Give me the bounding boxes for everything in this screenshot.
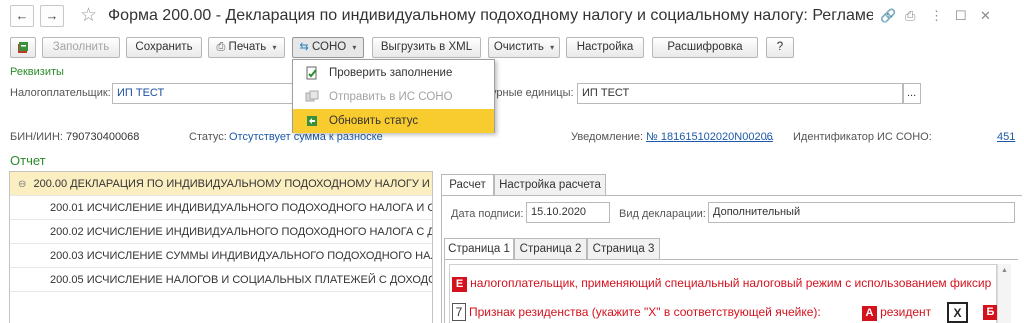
notice-label: Уведомление: xyxy=(571,131,643,143)
decl-type-field[interactable]: Дополнительный xyxy=(708,202,1015,223)
bin-label-text: БИН/ИИН: xyxy=(10,131,63,143)
more-icon[interactable]: ⋮ xyxy=(930,9,943,23)
e-row-text: налогоплательщик, применяющий специальны… xyxy=(470,276,992,290)
help-button[interactable]: ? xyxy=(766,37,794,58)
fill-button[interactable]: Заполнить xyxy=(42,37,120,58)
window-title: Форма 200.00 - Декларация по индивидуаль… xyxy=(108,7,873,24)
struct-units-field[interactable]: ИП ТЕСТ xyxy=(577,83,903,104)
tree-row[interactable]: 200.02 ИСЧИСЛЕНИЕ ИНДИВИДУАЛЬНОГО ПОДОХО… xyxy=(10,220,432,244)
sono-id-link[interactable]: 451 xyxy=(997,131,1015,143)
menu-item-refresh-status[interactable]: Обновить статус xyxy=(293,109,494,133)
chevron-down-icon: ▾ xyxy=(352,43,357,52)
sono-icon: ⇆ xyxy=(299,41,309,53)
tree-row-label: 200.05 ИСЧИСЛЕНИЕ НАЛОГОВ И СОЦИАЛЬНЫХ П… xyxy=(50,274,432,286)
clear-button-label: Очистить xyxy=(493,41,544,53)
favorite-star-icon[interactable]: ☆ xyxy=(80,5,97,27)
status-label: Статус: xyxy=(189,131,227,143)
report-tree: ⊖ 200.00 ДЕКЛАРАЦИЯ ПО ИНДИВИДУАЛЬНОМУ П… xyxy=(9,171,433,323)
link-icon[interactable]: 🔗 xyxy=(880,9,896,23)
b-marker: Б xyxy=(983,305,998,320)
chevron-down-icon: ▾ xyxy=(272,43,277,52)
forward-button[interactable]: → xyxy=(40,5,64,27)
printer-icon: ⎙ xyxy=(216,41,226,53)
notice-more-link[interactable]: ... xyxy=(765,131,774,143)
tab-page-1[interactable]: Страница 1 xyxy=(444,238,514,260)
tree-row-label: 200.02 ИСЧИСЛЕНИЕ ИНДИВИДУАЛЬНОГО ПОДОХО… xyxy=(50,226,432,238)
sono-dropdown-menu: Проверить заполнение Отправить в ИС СОНО… xyxy=(292,59,495,133)
menu-item-label: Отправить в ИС СОНО xyxy=(329,91,453,103)
back-button[interactable]: ← xyxy=(10,5,34,27)
sono-button-label: СОНО xyxy=(311,41,347,53)
sheet-e-row: E налогоплательщик, применяющий специаль… xyxy=(452,276,991,292)
sheet-scrollbar[interactable]: ▲ xyxy=(997,264,1011,323)
tab-page-3[interactable]: Страница 3 xyxy=(587,238,660,260)
sign-date-label: Дата подписи: xyxy=(451,208,524,220)
struct-units-label: урные единицы: xyxy=(491,87,574,99)
decode-button[interactable]: Расшифровка xyxy=(652,37,758,58)
scroll-up-icon[interactable]: ▲ xyxy=(998,267,1011,274)
tree-row[interactable]: 200.03 ИСЧИСЛЕНИЕ СУММЫ ИНДИВИДУАЛЬНОГО … xyxy=(10,244,432,268)
a-marker: A xyxy=(862,306,877,321)
taxpayer-label: Налогоплательщик: xyxy=(10,87,111,99)
menu-item-check-fill[interactable]: Проверить заполнение xyxy=(293,61,494,85)
print-button[interactable]: ⎙ Печать ▾ xyxy=(208,37,285,58)
resident-label: резидент xyxy=(880,305,932,319)
menu-item-send-sono[interactable]: Отправить в ИС СОНО xyxy=(293,85,494,109)
tree-row[interactable]: ⊖ 200.00 ДЕКЛАРАЦИЯ ПО ИНДИВИДУАЛЬНОМУ П… xyxy=(10,172,432,196)
minimize-icon[interactable]: ☐ xyxy=(955,9,967,23)
save-button[interactable]: Сохранить xyxy=(126,37,202,58)
b-marker-wrap: Б xyxy=(983,305,998,320)
taxpayer-field[interactable]: ИП ТЕСТ xyxy=(112,83,294,104)
report-section-title: Отчет xyxy=(10,153,46,168)
resident-option: A резидент xyxy=(862,305,931,321)
resident-checkbox[interactable]: X xyxy=(947,302,968,323)
menu-item-label: Проверить заполнение xyxy=(329,67,453,79)
requisites-section-title: Реквизиты xyxy=(10,66,64,78)
collapse-icon[interactable]: ⊖ xyxy=(18,179,26,190)
tab-calc-settings[interactable]: Настройка расчета xyxy=(494,174,606,196)
residency-text: Признак резиденства (укажите "X" в соотв… xyxy=(469,305,821,319)
sign-date-field[interactable]: 15.10.2020 xyxy=(526,202,610,223)
sono-id-label: Идентификатор ИС СОНО: xyxy=(793,131,932,143)
clear-button[interactable]: Очистить ▾ xyxy=(488,37,560,58)
decl-type-label: Вид декларации: xyxy=(619,208,706,220)
tree-row-label: 200.00 ДЕКЛАРАЦИЯ ПО ИНДИВИДУАЛЬНОМУ ПОД… xyxy=(33,178,432,190)
chevron-down-icon: ▾ xyxy=(550,43,555,52)
menu-item-label: Обновить статус xyxy=(329,115,419,127)
settings-button[interactable]: Настройка xyxy=(566,37,644,58)
tree-row[interactable]: 200.01 ИСЧИСЛЕНИЕ ИНДИВИДУАЛЬНОГО ПОДОХО… xyxy=(10,196,432,220)
sono-button[interactable]: ⇆ СОНО ▾ xyxy=(292,37,364,58)
print-button-label: Печать xyxy=(228,41,267,53)
e-marker: E xyxy=(452,277,467,292)
bin-value: 790730400068 xyxy=(66,131,140,143)
struct-units-select-button[interactable]: ... xyxy=(903,83,921,104)
close-icon[interactable]: ✕ xyxy=(980,9,991,23)
row-number-7: 7 xyxy=(452,303,466,321)
export-xml-button[interactable]: Выгрузить в XML xyxy=(372,37,481,58)
tab-calc[interactable]: Расчет xyxy=(441,174,494,196)
tree-row[interactable]: 200.05 ИСЧИСЛЕНИЕ НАЛОГОВ И СОЦИАЛЬНЫХ П… xyxy=(10,268,432,292)
tree-row-label: 200.03 ИСЧИСЛЕНИЕ СУММЫ ИНДИВИДУАЛЬНОГО … xyxy=(50,250,432,262)
tree-row-label: 200.01 ИСЧИСЛЕНИЕ ИНДИВИДУАЛЬНОГО ПОДОХО… xyxy=(50,202,432,214)
refresh-status-icon xyxy=(307,116,317,126)
tab-page-2[interactable]: Страница 2 xyxy=(514,238,587,260)
check-document-icon xyxy=(306,66,317,80)
notice-link[interactable]: № 181615102020N00206 xyxy=(646,131,773,143)
bin-label: БИН/ИИН: 790730400068 xyxy=(10,131,139,143)
send-icon xyxy=(305,90,319,102)
print-icon[interactable]: ⎙ xyxy=(905,9,915,23)
report-icon-button[interactable] xyxy=(10,37,36,58)
report-book-icon xyxy=(18,42,28,53)
